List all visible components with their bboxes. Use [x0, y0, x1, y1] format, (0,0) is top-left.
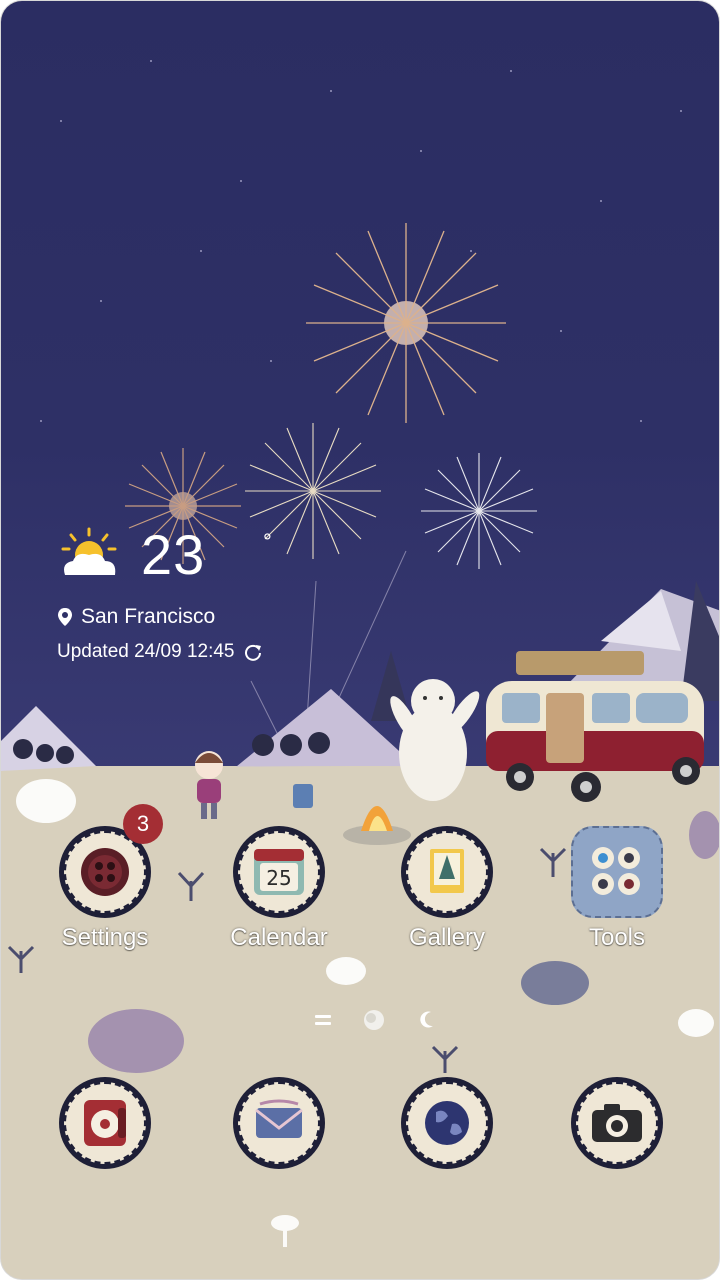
- gallery-icon: [401, 826, 493, 918]
- app-label-gallery: Gallery: [408, 924, 486, 951]
- updated-row: Updated 24/09 12:45: [57, 641, 263, 663]
- dock-internet[interactable]: [387, 1077, 507, 1169]
- notification-badge: 3: [123, 804, 163, 844]
- updated-label: Updated 24/09 12:45: [57, 641, 235, 662]
- messages-icon: [233, 1077, 325, 1169]
- app-label-calendar: Calendar: [230, 924, 328, 951]
- menu-lines-icon: [315, 1015, 331, 1025]
- moon-crescent-icon: [420, 1011, 433, 1028]
- calendar-day: 25: [266, 866, 291, 890]
- phone-icon: [59, 1077, 151, 1169]
- degree-symbol: °: [263, 529, 272, 554]
- dock-messages[interactable]: [219, 1077, 339, 1169]
- location-row: San Francisco: [57, 605, 215, 629]
- folder-icon: [571, 826, 663, 918]
- girl-figure: [195, 751, 223, 819]
- dock-camera[interactable]: [557, 1077, 677, 1169]
- firework-large: [306, 223, 506, 423]
- refresh-icon[interactable]: [243, 642, 263, 662]
- location-label: San Francisco: [81, 605, 216, 628]
- weather-widget[interactable]: 23 ° San Francisco Updated 24/09 12:45: [57, 521, 317, 671]
- camera-icon: [571, 1077, 663, 1169]
- firework-right: [421, 453, 537, 569]
- calendar-icon: 25: [233, 826, 325, 918]
- app-tools-folder[interactable]: Tools: [557, 826, 677, 952]
- firework-launcher: [293, 784, 313, 808]
- dock-phone[interactable]: [45, 1077, 165, 1169]
- app-calendar[interactable]: 25 Calendar: [219, 826, 339, 952]
- page-indicator[interactable]: [1, 1007, 719, 1037]
- internet-globe-icon: [401, 1077, 493, 1169]
- partly-sunny-icon: [61, 527, 117, 575]
- app-label-settings: Settings: [61, 924, 149, 951]
- app-gallery[interactable]: Gallery: [387, 826, 507, 952]
- location-pin-icon: [58, 608, 72, 626]
- app-label-tools: Tools: [588, 924, 646, 951]
- app-settings[interactable]: Settings: [45, 826, 165, 952]
- temperature-value: 23: [141, 523, 206, 586]
- home-screen: 23 ° San Francisco Updated 24/09 12:45 S…: [0, 0, 720, 1280]
